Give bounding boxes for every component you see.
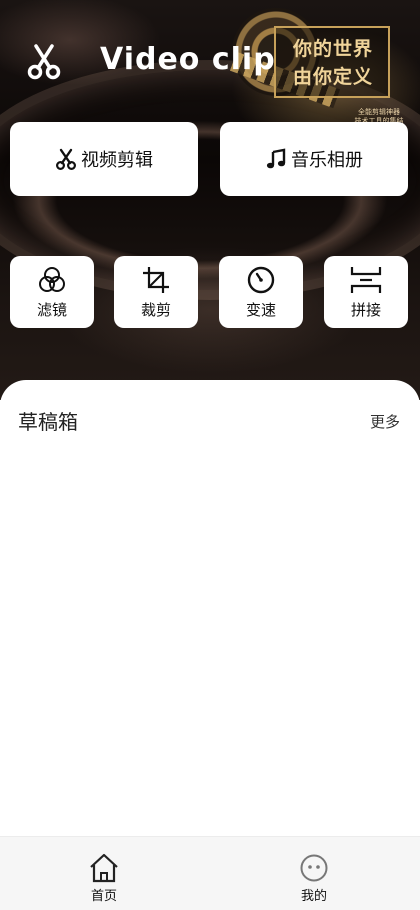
poster-note-line-1: 全能剪辑神器	[358, 108, 400, 116]
drafts-title: 草稿箱	[18, 410, 78, 434]
drafts-panel: 草稿箱 更多	[0, 380, 420, 840]
splice-icon	[350, 266, 382, 293]
home-icon	[90, 853, 118, 883]
nav-home-label: 首页	[90, 889, 117, 904]
music-album-button[interactable]: 音乐相册	[220, 122, 408, 196]
promo-poster: 你的世界 由你定义	[274, 26, 390, 98]
profile-face-icon	[300, 854, 328, 882]
poster-line-2: 由你定义	[292, 66, 373, 88]
speed-dial-icon	[247, 266, 275, 293]
crop-tool-label: 裁剪	[140, 300, 171, 319]
nav-mine-label: 我的	[300, 889, 327, 904]
nav-item-home[interactable]: 首页	[64, 853, 144, 904]
drafts-more-link[interactable]: 更多	[370, 411, 400, 432]
scissors-logo-icon	[27, 44, 61, 80]
music-note-icon	[266, 148, 286, 169]
crop-icon	[143, 266, 169, 293]
music-album-label: 音乐相册	[291, 150, 363, 171]
poster-line-1: 你的世界	[292, 38, 373, 60]
nav-item-mine[interactable]: 我的	[274, 853, 354, 904]
crop-tool-button[interactable]: 裁剪	[114, 256, 198, 328]
app-title: Video clip	[100, 42, 276, 77]
hero-banner: Video clip 你的世界 由你定义 全能剪辑神器 技术工具的集结 视频剪辑…	[0, 0, 420, 400]
filter-icon	[39, 266, 65, 292]
filter-tool-button[interactable]: 滤镜	[10, 256, 94, 328]
scissors-icon	[56, 148, 76, 170]
splice-tool-button[interactable]: 拼接	[324, 256, 408, 328]
filter-tool-label: 滤镜	[36, 300, 67, 319]
speed-tool-label: 变速	[245, 300, 276, 319]
video-edit-label: 视频剪辑	[81, 150, 153, 171]
video-edit-button[interactable]: 视频剪辑	[10, 122, 198, 196]
speed-tool-button[interactable]: 变速	[219, 256, 303, 328]
bottom-nav: 首页 我的	[0, 836, 420, 910]
splice-tool-label: 拼接	[350, 300, 381, 319]
